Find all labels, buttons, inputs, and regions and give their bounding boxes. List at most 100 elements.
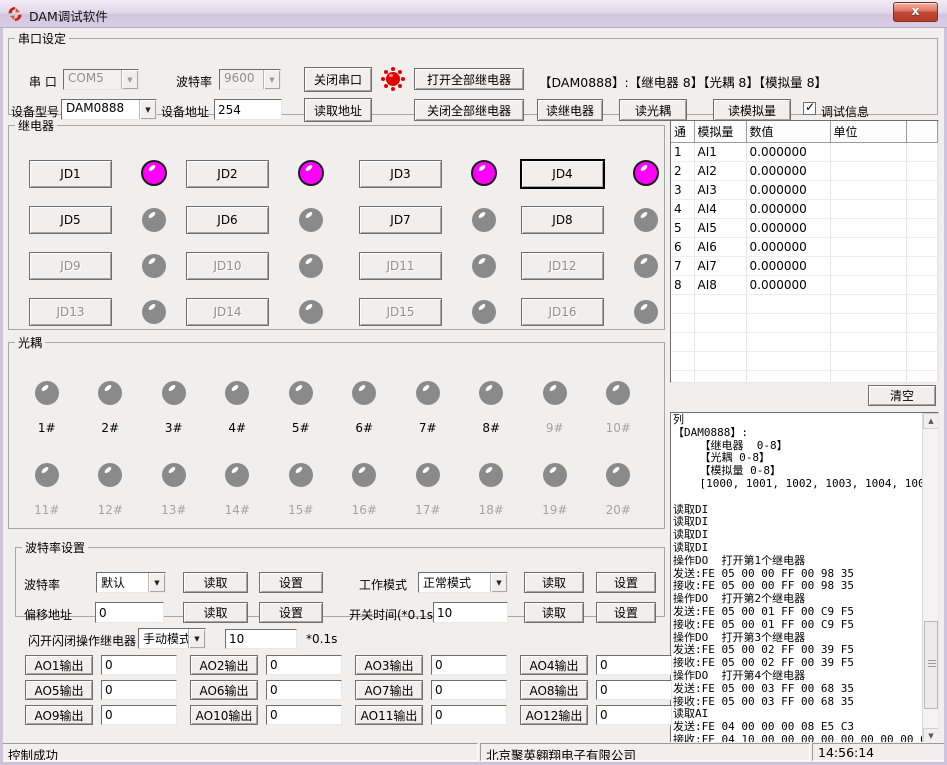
relay-button-jd11[interactable]: JD11 <box>359 252 442 280</box>
ao9-output-button[interactable]: AO9输出 <box>25 705 93 725</box>
ao11-output-button[interactable]: AO11输出 <box>355 705 423 725</box>
baud-read-button[interactable]: 读取 <box>183 572 248 593</box>
baud-set-button[interactable]: 设置 <box>259 572 323 593</box>
baud-combo[interactable]: 9600 ▼ <box>219 69 281 90</box>
comm-log-text: 列 【DAM0888】: 【继电器 0-8】 【光耦 0-8】 【模拟量 0-8… <box>671 413 938 745</box>
offset-address-input[interactable] <box>95 602 164 623</box>
device-info-text: 【DAM0888】:【继电器 8】【光耦 8】【模拟量 8】 <box>539 72 827 91</box>
log-scrollbar[interactable]: ▲ ▼ <box>922 413 938 744</box>
relay-button-jd13[interactable]: JD13 <box>29 298 112 326</box>
relay-led-jd15 <box>472 300 496 324</box>
ao11-value-input[interactable] <box>431 705 507 725</box>
table-row: 1AI10.000000 <box>671 143 938 162</box>
work-mode-read-button[interactable]: 读取 <box>524 572 584 593</box>
relay-button-jd2[interactable]: JD2 <box>186 160 269 188</box>
opto-indicator-10: 10# <box>606 381 631 435</box>
ao5-value-input[interactable] <box>101 680 177 700</box>
opto-led-5 <box>289 381 313 405</box>
table-header-row: 通 模拟量 数值 单位 <box>671 121 938 143</box>
port-combo[interactable]: COM5 ▼ <box>63 69 139 90</box>
offset-read-button[interactable]: 读取 <box>183 602 248 623</box>
relay-button-jd8[interactable]: JD8 <box>521 206 604 234</box>
opto-led-18 <box>479 463 503 487</box>
offset-set-button[interactable]: 设置 <box>259 602 323 623</box>
window-border-left <box>0 28 3 765</box>
work-mode-combo[interactable]: 正常模式 ▼ <box>418 572 508 593</box>
relay-button-jd14[interactable]: JD14 <box>186 298 269 326</box>
ao12-output-button[interactable]: AO12输出 <box>520 705 588 725</box>
close-port-button[interactable]: 关闭串口 <box>304 67 372 92</box>
opto-led-10 <box>606 381 630 405</box>
switch-time-set-button[interactable]: 设置 <box>596 602 656 623</box>
col-header-channel[interactable]: 通 <box>671 121 694 143</box>
ao8-output-button[interactable]: AO8输出 <box>520 680 588 700</box>
relay-button-jd6[interactable]: JD6 <box>186 206 269 234</box>
port-open-indicator-led <box>386 72 400 86</box>
opto-indicator-3: 3# <box>162 381 186 435</box>
relay-button-jd9[interactable]: JD9 <box>29 252 112 280</box>
open-all-relays-button[interactable]: 打开全部继电器 <box>414 68 524 90</box>
scrollbar-thumb[interactable] <box>924 621 938 709</box>
opto-indicator-1: 1# <box>35 381 59 435</box>
relay-button-jd16[interactable]: JD16 <box>521 298 604 326</box>
opto-indicator-2: 2# <box>98 381 122 435</box>
ao1-output-button[interactable]: AO1输出 <box>25 655 93 675</box>
relay-button-jd15[interactable]: JD15 <box>359 298 442 326</box>
ao3-value-input[interactable] <box>431 655 507 675</box>
switch-time-read-button[interactable]: 读取 <box>524 602 584 623</box>
ao4-value-input[interactable] <box>596 655 672 675</box>
status-message: 控制成功 <box>2 743 478 761</box>
relay-led-jd4 <box>633 160 659 186</box>
opto-group-title: 光耦 <box>15 334 45 351</box>
ao6-output-button[interactable]: AO6输出 <box>190 680 258 700</box>
relay-led-jd1 <box>141 160 167 186</box>
flash-mode-combo[interactable]: 手动模式 ▼ <box>138 628 206 649</box>
ao6-value-input[interactable] <box>266 680 342 700</box>
clear-log-button[interactable]: 清空 <box>868 385 936 406</box>
ao10-value-input[interactable] <box>266 705 342 725</box>
table-row: 8AI80.000000 <box>671 276 938 295</box>
opto-indicator-16: 16# <box>352 463 377 517</box>
ao9-value-input[interactable] <box>101 705 177 725</box>
opto-indicator-9: 9# <box>543 381 567 435</box>
col-header-unit[interactable]: 单位 <box>830 121 906 143</box>
opto-indicator-14: 14# <box>225 463 250 517</box>
relay-group-title: 继电器 <box>15 117 57 134</box>
relay-button-jd4[interactable]: JD4 <box>521 160 604 188</box>
ao5-output-button[interactable]: AO5输出 <box>25 680 93 700</box>
window-title: DAM调试软件 <box>29 6 108 25</box>
ao7-output-button[interactable]: AO7输出 <box>355 680 423 700</box>
ao3-output-button[interactable]: AO3输出 <box>355 655 423 675</box>
ao8-value-input[interactable] <box>596 680 672 700</box>
table-row: 6AI60.000000 <box>671 238 938 257</box>
ao1-value-input[interactable] <box>101 655 177 675</box>
col-header-value[interactable]: 数值 <box>746 121 830 143</box>
relay-button-jd7[interactable]: JD7 <box>359 206 442 234</box>
baud-rate-combo[interactable]: 默认 ▼ <box>96 572 166 593</box>
relay-button-jd10[interactable]: JD10 <box>186 252 269 280</box>
comm-log[interactable]: 列 【DAM0888】: 【继电器 0-8】 【光耦 0-8】 【模拟量 0-8… <box>670 412 939 745</box>
relay-button-jd1[interactable]: JD1 <box>29 160 112 188</box>
flash-time-input[interactable] <box>225 629 297 649</box>
ao7-value-input[interactable] <box>431 680 507 700</box>
opto-indicator-7: 7# <box>416 381 440 435</box>
work-mode-set-button[interactable]: 设置 <box>596 572 656 593</box>
ao2-output-button[interactable]: AO2输出 <box>190 655 258 675</box>
ao10-output-button[interactable]: AO10输出 <box>190 705 258 725</box>
read-analog-button[interactable]: 读模拟量 <box>713 99 791 121</box>
close-button[interactable]: x <box>893 2 938 22</box>
debug-info-checkbox[interactable] <box>803 102 816 115</box>
ao4-output-button[interactable]: AO4输出 <box>520 655 588 675</box>
scroll-up-icon[interactable]: ▲ <box>923 413 939 429</box>
opto-led-6 <box>352 381 376 405</box>
relay-button-jd12[interactable]: JD12 <box>521 252 604 280</box>
relay-button-jd5[interactable]: JD5 <box>29 206 112 234</box>
titlebar[interactable]: DAM调试软件 x <box>0 0 947 28</box>
relay-button-jd3[interactable]: JD3 <box>359 160 442 188</box>
col-header-analog[interactable]: 模拟量 <box>694 121 746 143</box>
table-row-empty <box>671 295 938 314</box>
ao2-value-input[interactable] <box>266 655 342 675</box>
flash-operation-label: 闪开闪闭操作继电器 <box>28 632 136 649</box>
ao12-value-input[interactable] <box>596 705 672 725</box>
switch-time-input[interactable] <box>433 602 508 623</box>
